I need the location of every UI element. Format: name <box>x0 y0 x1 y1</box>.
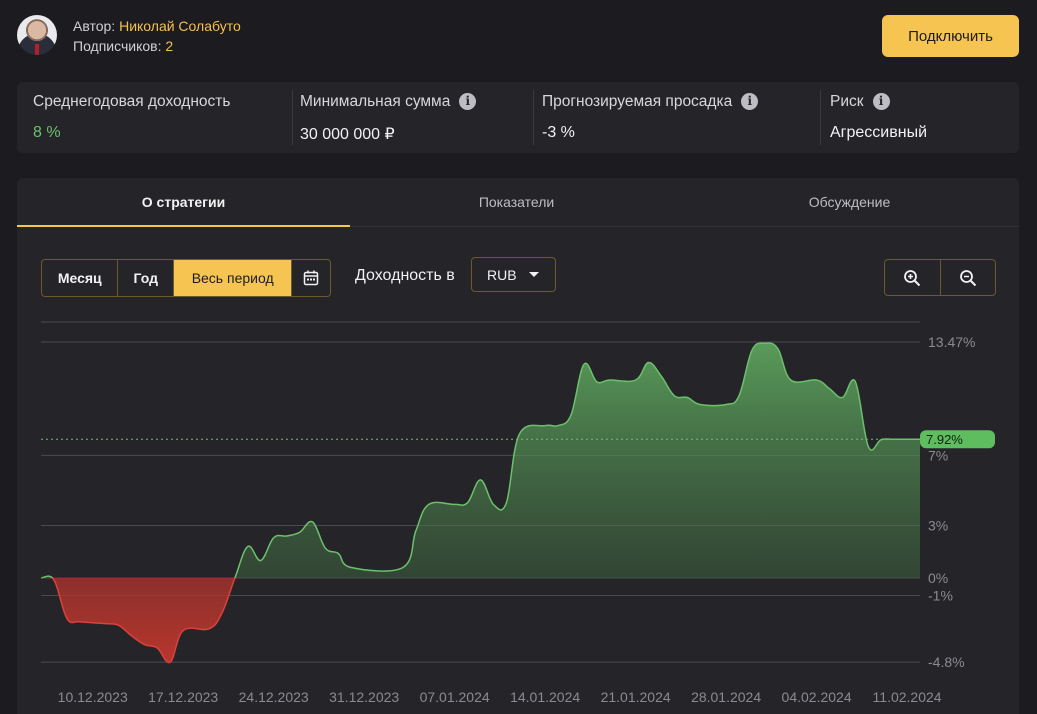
y-tick-label: 3% <box>928 517 948 533</box>
x-tick-label: 11.02.2024 <box>873 689 942 705</box>
current-value-label: 7.92% <box>926 432 963 447</box>
y-tick-label: 7% <box>928 447 948 463</box>
x-tick-label: 07.01.2024 <box>420 689 490 705</box>
y-axis: 13.47% 7% 3% 0% -1% -4.8% <box>928 334 975 670</box>
x-tick-label: 14.01.2024 <box>510 689 580 705</box>
y-tick-label: -4.8% <box>928 654 965 670</box>
x-tick-label: 28.01.2024 <box>691 689 761 705</box>
chart-areas <box>41 342 920 663</box>
y-tick-label: 13.47% <box>928 334 975 350</box>
x-tick-label: 04.02.2024 <box>782 689 852 705</box>
yield-chart[interactable]: 13.47% 7% 3% 0% -1% -4.8% 10.12.2023 17.12.202… <box>0 0 1037 714</box>
x-tick-label: 31.12.2023 <box>329 689 399 705</box>
x-tick-label: 17.12.2023 <box>148 689 218 705</box>
x-tick-label: 21.01.2024 <box>601 689 671 705</box>
x-tick-label: 10.12.2023 <box>58 689 128 705</box>
x-axis: 10.12.2023 17.12.2023 24.12.2023 31.12.2023… <box>58 689 942 705</box>
y-tick-label: 0% <box>928 570 948 586</box>
x-tick-label: 24.12.2023 <box>239 689 309 705</box>
y-tick-label: -1% <box>928 588 953 604</box>
